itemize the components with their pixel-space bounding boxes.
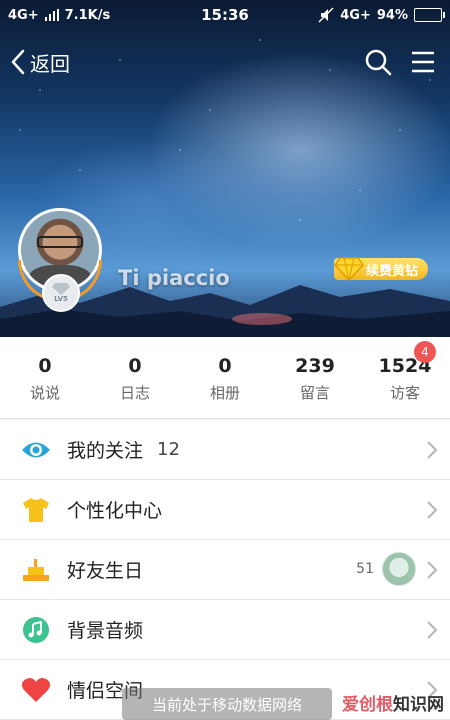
network-toast: 当前处于移动数据网络 (122, 688, 332, 720)
signal-icon (44, 9, 59, 21)
back-label: 返回 (30, 51, 70, 76)
stats-bar: 0 说说 0 日志 0 相册 239 留言 4 1524 访客 (0, 337, 450, 419)
following-count: 12 (157, 439, 180, 460)
level-badge[interactable]: LV5 (42, 274, 80, 312)
shirt-icon (19, 493, 53, 527)
watermark-rest: 知识网 (393, 695, 444, 715)
chevron-right-icon (427, 501, 438, 519)
clock: 15:36 (201, 6, 249, 24)
stat-label: 相册 (209, 384, 240, 402)
stat-visitors[interactable]: 4 1524 访客 (360, 337, 450, 418)
network-type: 4G+ (8, 7, 39, 23)
friend-avatar (382, 552, 416, 586)
stat-value: 239 (295, 355, 335, 377)
network-type-right: 4G+ (340, 7, 371, 23)
status-bar: 4G+ 7.1K/s 15:36 4G+ 94% (0, 0, 450, 30)
avatar-glasses (37, 236, 83, 248)
chevron-right-icon (427, 441, 438, 459)
mute-icon (318, 7, 334, 23)
battery-icon (414, 8, 445, 22)
battery-percent: 94% (376, 7, 408, 23)
chevron-right-icon (427, 561, 438, 579)
menu-item-label: 个性化中心 (67, 500, 163, 522)
stat-album[interactable]: 0 相册 (180, 337, 270, 418)
stat-label: 日志 (119, 384, 150, 402)
menu-icon[interactable] (410, 48, 436, 76)
chevron-left-icon (11, 49, 25, 75)
stat-value: 0 (128, 355, 142, 377)
visitor-notification-badge: 4 (414, 341, 436, 363)
stat-value: 0 (38, 355, 52, 377)
menu-item-personalization[interactable]: 个性化中心 (0, 480, 450, 540)
menu-item-background-audio[interactable]: 背景音频 (0, 600, 450, 660)
cake-icon (19, 553, 53, 587)
menu-item-label: 好友生日 (67, 560, 144, 582)
diamond-level-icon (52, 283, 70, 295)
search-icon[interactable] (364, 48, 392, 76)
watermark: 爱创根知识网 (342, 690, 444, 715)
stat-messages[interactable]: 239 留言 (270, 337, 360, 418)
stat-label: 说说 (29, 384, 60, 402)
stat-blog[interactable]: 0 日志 (90, 337, 180, 418)
menu-item-following[interactable]: 我的关注 12 (0, 420, 450, 480)
stat-shuoshuo[interactable]: 0 说说 (0, 337, 90, 418)
stat-label: 访客 (389, 384, 420, 402)
menu-item-label: 我的关注 (67, 440, 144, 462)
profile-cover[interactable]: 4G+ 7.1K/s 15:36 4G+ 94% 返回 LV5 Ti piacc… (0, 0, 450, 337)
back-button[interactable]: 返回 (10, 46, 70, 78)
music-icon (19, 613, 53, 647)
top-nav: 返回 (0, 40, 450, 84)
stat-value: 0 (218, 355, 232, 377)
eye-icon (19, 433, 53, 467)
network-speed: 7.1K/s (64, 7, 111, 23)
heart-icon (19, 673, 53, 707)
stat-label: 留言 (299, 384, 330, 402)
menu-list: 我的关注 12 个性化中心 好友生日 51 背景音频 情侣空间 (0, 420, 450, 720)
chevron-right-icon (427, 621, 438, 639)
birthday-count: 51 (356, 561, 374, 577)
watermark-accent: 爱创根 (342, 695, 393, 715)
menu-item-label: 背景音频 (67, 620, 144, 642)
menu-item-friend-birthday[interactable]: 好友生日 51 (0, 540, 450, 600)
level-text: LV5 (54, 295, 68, 303)
renew-vip-button[interactable]: 续费黄钻 (333, 257, 428, 282)
renew-vip-label: 续费黄钻 (365, 263, 418, 279)
yellow-diamond-icon (334, 257, 364, 282)
user-name: Ti piaccio (118, 266, 230, 290)
